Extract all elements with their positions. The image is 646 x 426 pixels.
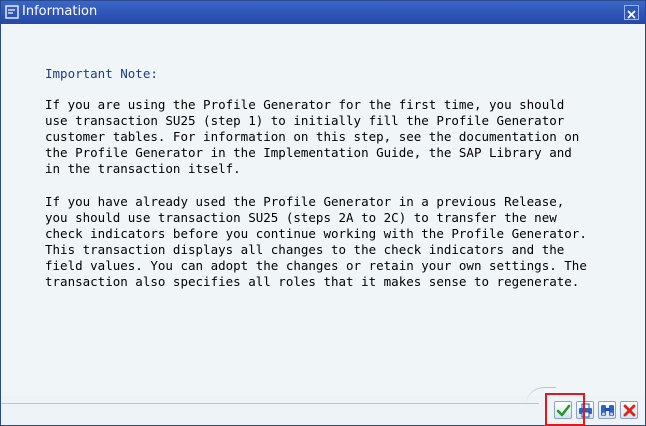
paragraph-first-time: If you are using the Profile Generator f… (45, 97, 635, 177)
message-area: Important Note: If you are using the Pro… (1, 24, 645, 396)
cancel-button[interactable] (620, 401, 638, 419)
information-dialog: Information Important Note: If you are u… (0, 0, 646, 426)
text-line: If you are using the Profile Generator f… (45, 97, 565, 112)
window-title: Information (22, 4, 98, 19)
binoculars-icon (601, 405, 614, 416)
text-line: you should use transaction SU25 (steps 2… (45, 210, 557, 225)
cancel-x-icon (623, 404, 636, 417)
text-line: use transaction SU25 (step 1) to initial… (45, 113, 565, 128)
text-line: the Profile Generator in the Implementat… (45, 145, 572, 160)
text-line: This transaction displays all changes to… (45, 242, 565, 257)
text-line: customer tables. For information on this… (45, 129, 580, 144)
window-menu-icon[interactable] (5, 5, 19, 19)
note-heading: Important Note: (45, 66, 158, 81)
close-icon (627, 10, 636, 19)
highlight-box (545, 393, 585, 426)
text-line: If you have already used the Profile Gen… (45, 194, 565, 209)
close-button[interactable] (624, 5, 639, 20)
paragraph-previous-release: If you have already used the Profile Gen… (45, 194, 635, 290)
text-line: field values. You can adopt the changes … (45, 258, 587, 273)
find-button[interactable] (598, 401, 616, 419)
text-line: check indicators before you continue wor… (45, 226, 587, 241)
title-bar[interactable]: Information (1, 1, 645, 24)
footer-divider (1, 403, 539, 404)
text-line: in the transaction itself. (45, 161, 241, 176)
text-line: transaction also specifies all roles tha… (45, 274, 580, 289)
